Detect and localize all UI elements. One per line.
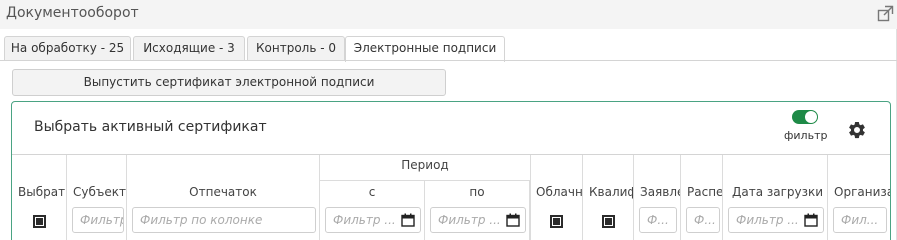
column-header-select[interactable]: Выбрать — [12, 185, 66, 199]
expand-icon[interactable] — [877, 5, 894, 22]
column-header-subject[interactable]: Субъект — [67, 185, 126, 199]
from-date-filter-input[interactable]: Фильтр ... — [325, 207, 421, 233]
panel-title: Документооборот — [6, 5, 139, 21]
column-fingerprint: Отпечаток Фильтр по колонке — [127, 155, 320, 240]
column-header-request[interactable]: Заявление — [634, 185, 680, 199]
column-cloud: Облачный — [530, 155, 583, 240]
column-header-organization[interactable]: Организация — [828, 185, 890, 199]
column-period-from: с Фильтр ... — [320, 181, 425, 240]
column-group-period: Период — [320, 155, 530, 181]
column-header-cloud[interactable]: Облачный — [530, 185, 582, 199]
column-organization: Организация Фил... — [828, 155, 890, 240]
column-request: Заявление Ф... — [634, 155, 681, 240]
column-period-to: по Фильтр ... — [425, 181, 530, 240]
subject-filter-placeholder: Фильтр — [80, 213, 124, 227]
issue-certificate-button[interactable]: Выпустить сертификат электронной подписи — [12, 69, 446, 96]
column-header-distribution[interactable]: Распечатка — [681, 185, 722, 199]
column-qualified: Квалифицированный — [583, 155, 634, 240]
upload-date-filter-input[interactable]: Фильтр ... — [728, 207, 824, 233]
to-date-filter-input[interactable]: Фильтр ... — [430, 207, 526, 233]
calendar-icon[interactable] — [804, 213, 818, 227]
fingerprint-filter-placeholder: Фильтр по колонке — [140, 213, 263, 227]
column-header-qualified[interactable]: Квалифицированный — [583, 185, 633, 199]
column-select: Выбрать — [12, 155, 67, 240]
to-date-filter-placeholder: Фильтр ... — [438, 213, 501, 227]
tab-control[interactable]: Контроль - 0 — [247, 36, 345, 61]
column-header-from[interactable]: с — [320, 185, 424, 199]
column-header-to[interactable]: по — [425, 185, 529, 199]
from-date-filter-placeholder: Фильтр ... — [333, 213, 396, 227]
calendar-icon[interactable] — [506, 213, 520, 227]
gear-icon[interactable] — [847, 120, 867, 140]
request-filter-placeholder: Ф... — [647, 213, 669, 227]
calendar-icon[interactable] — [401, 213, 415, 227]
fingerprint-filter-input[interactable]: Фильтр по колонке — [132, 207, 316, 233]
qualified-filter-checkbox[interactable] — [602, 215, 615, 228]
request-filter-input[interactable]: Ф... — [639, 207, 677, 233]
organization-filter-input[interactable]: Фил... — [833, 207, 887, 233]
tabs-divider — [0, 60, 897, 61]
tab-incoming[interactable]: На обработку - 25 — [4, 36, 131, 61]
cloud-filter-checkbox[interactable] — [550, 215, 563, 228]
panel-header: Документооборот — [0, 0, 897, 29]
column-header-fingerprint[interactable]: Отпечаток — [127, 185, 319, 199]
column-distribution: Распечатка Ф... — [681, 155, 723, 240]
organization-filter-placeholder: Фил... — [841, 213, 879, 227]
distribution-filter-input[interactable]: Ф... — [686, 207, 720, 233]
tab-outgoing[interactable]: Исходящие - 3 — [133, 36, 245, 61]
column-upload-date: Дата загрузки Фильтр ... — [723, 155, 828, 240]
distribution-filter-placeholder: Ф... — [694, 213, 716, 227]
filter-toggle-knob — [805, 111, 817, 123]
column-subject: Субъект Фильтр — [67, 155, 127, 240]
filter-toggle-label: фильтр — [784, 129, 828, 142]
upload-date-filter-placeholder: Фильтр ... — [736, 213, 799, 227]
filter-toggle[interactable] — [792, 110, 818, 124]
certificate-panel: Выбрать активный сертификат фильтр Выбра… — [11, 101, 891, 240]
tab-electronic-signatures[interactable]: Электронные подписи — [345, 36, 505, 62]
column-header-upload-date[interactable]: Дата загрузки — [723, 185, 827, 199]
select-all-checkbox[interactable] — [33, 215, 46, 228]
subject-filter-input[interactable]: Фильтр — [72, 207, 124, 233]
certificate-panel-title: Выбрать активный сертификат — [34, 119, 267, 135]
certificates-table: Выбрать Субъект Фильтр Отпечаток Фильтр … — [12, 154, 890, 240]
